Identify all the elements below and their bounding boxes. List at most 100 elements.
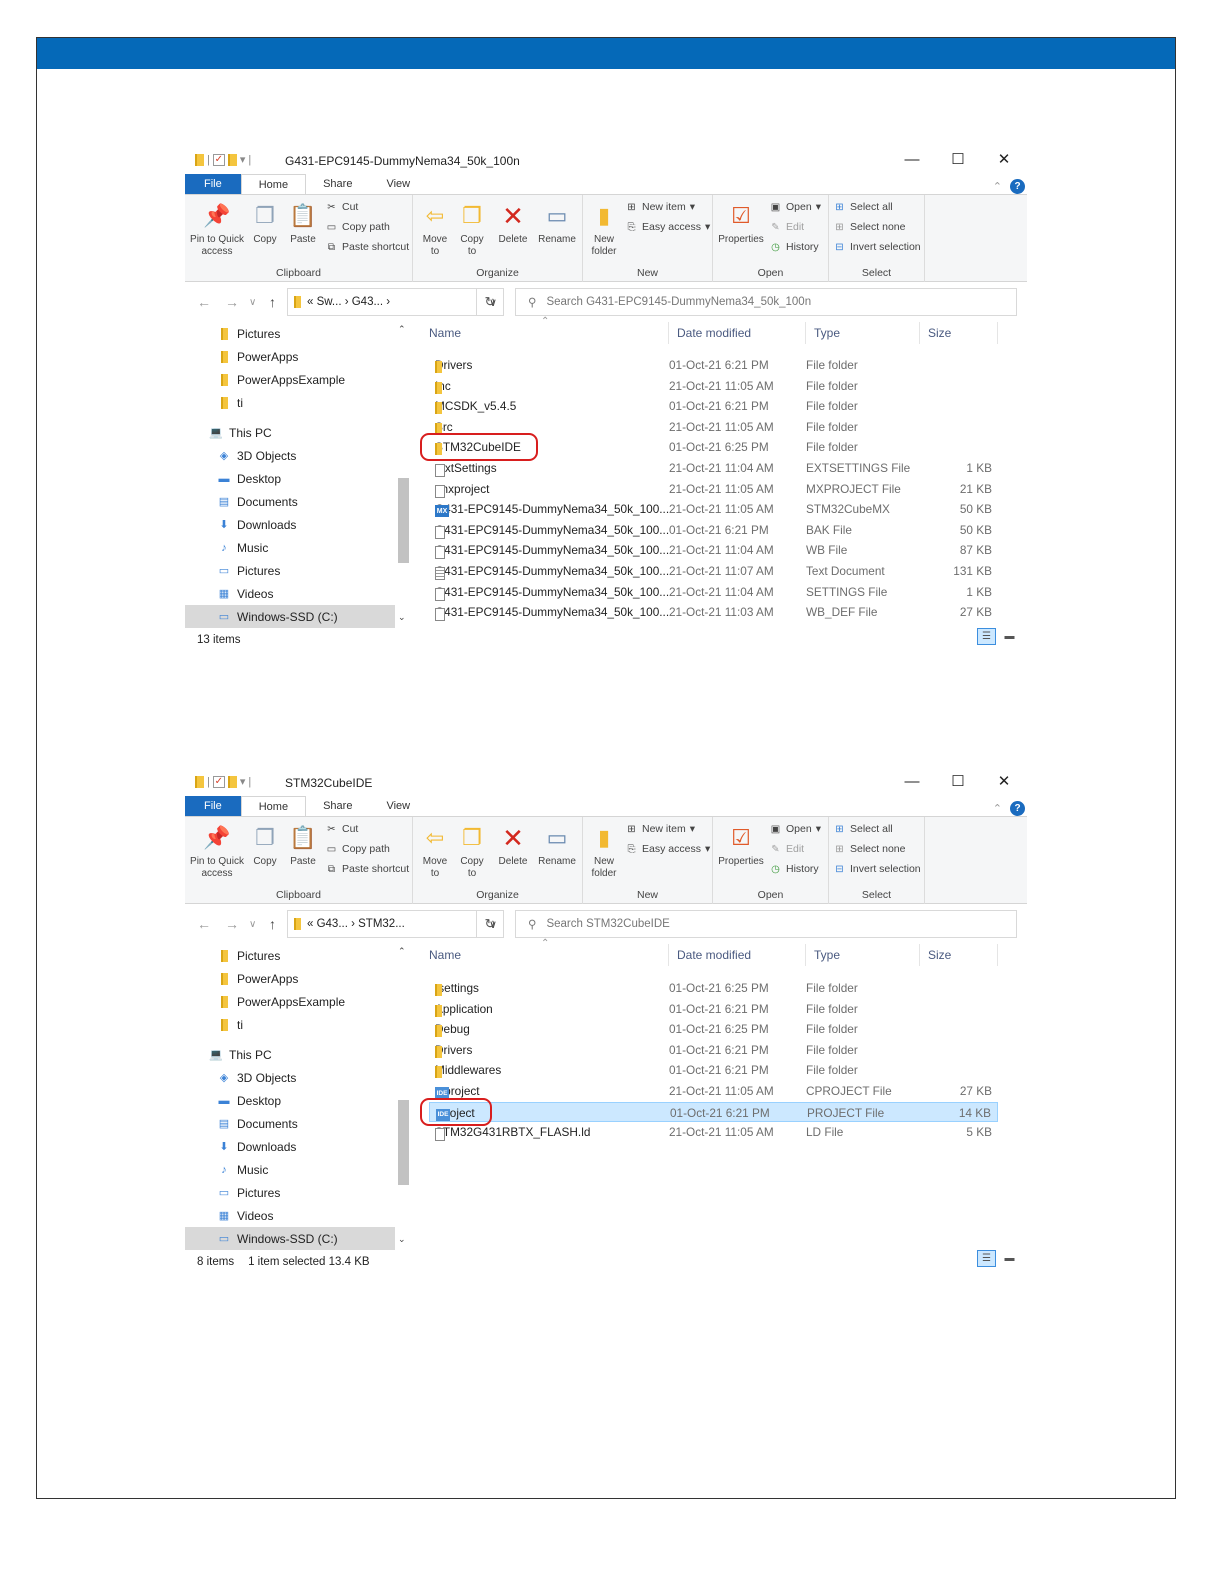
file-row[interactable]: Drivers 01-Oct-21 6:21 PM File folder — [429, 1040, 998, 1060]
file-row[interactable]: G431-EPC9145-DummyNema34_50k_100... 21-Oc… — [429, 540, 998, 560]
new-folder-button[interactable]: ▮ New folder — [587, 823, 621, 880]
paste-shortcut-button[interactable]: ⧉ Paste shortcut — [325, 241, 409, 253]
refresh-icon[interactable]: ↻ — [476, 288, 504, 316]
nav-item[interactable]: Pictures — [185, 944, 395, 967]
nav-item[interactable]: ▭ Pictures — [185, 559, 395, 582]
tab-view[interactable]: View — [369, 174, 427, 194]
scroll-down-icon[interactable]: ⌄ — [398, 1234, 406, 1245]
nav-scrollbar[interactable]: ⌃ ⌄ — [395, 322, 411, 625]
back-arrow-icon[interactable]: ← — [197, 294, 211, 310]
copy-button[interactable]: ❐ Copy — [249, 823, 281, 868]
collapse-ribbon-icon[interactable]: ⌃ — [993, 802, 1002, 815]
cut-button[interactable]: ✂ Cut — [325, 823, 358, 835]
paste-shortcut-button[interactable]: ⧉ Paste shortcut — [325, 863, 409, 875]
tab-share[interactable]: Share — [306, 796, 369, 816]
rename-button[interactable]: ▭ Rename — [535, 201, 579, 246]
address-bar[interactable]: « G43... › STM32... ∨ — [287, 910, 504, 938]
delete-button[interactable]: ✕ Delete — [493, 201, 533, 246]
column-type[interactable]: Type — [806, 322, 920, 344]
copy-path-button[interactable]: ▭ Copy path — [325, 843, 390, 855]
column-type[interactable]: Type — [806, 944, 920, 966]
minimize-icon[interactable]: — — [889, 772, 935, 792]
pin-quick-access-button[interactable]: 📌 Pin to Quick access — [189, 201, 245, 258]
scroll-up-icon[interactable]: ⌃ — [398, 946, 406, 957]
rename-button[interactable]: ▭ Rename — [535, 823, 579, 868]
minimize-icon[interactable]: — — [889, 150, 935, 170]
breadcrumb[interactable]: « G43... › STM32... — [307, 918, 405, 930]
nav-item[interactable]: ♪ Music — [185, 536, 395, 559]
tab-share[interactable]: Share — [306, 174, 369, 194]
nav-item[interactable]: ▬ Desktop — [185, 1089, 395, 1112]
close-icon[interactable]: ✕ — [981, 772, 1027, 792]
nav-item[interactable]: 💻 This PC — [185, 1043, 395, 1066]
properties-check-icon[interactable]: ✓ — [212, 775, 225, 788]
file-row[interactable]: Drivers 01-Oct-21 6:21 PM File folder — [429, 355, 998, 375]
maximize-icon[interactable]: ☐ — [935, 772, 981, 792]
column-size[interactable]: Size — [920, 944, 998, 966]
nav-item[interactable]: ▭ Windows-SSD (C:) — [185, 1227, 395, 1250]
copy-to-button[interactable]: ❐ Copy to — [455, 201, 489, 258]
copy-path-button[interactable]: ▭ Copy path — [325, 221, 390, 233]
nav-item[interactable]: PowerApps — [185, 967, 395, 990]
forward-arrow-icon[interactable]: → — [225, 294, 239, 310]
paste-button[interactable]: 📋 Paste — [285, 823, 321, 868]
tab-file[interactable]: File — [185, 174, 241, 194]
address-bar[interactable]: « Sw... › G43... › ∨ — [287, 288, 504, 316]
move-to-button[interactable]: ⇦ Move to — [419, 823, 451, 880]
select-none-button[interactable]: ⊞ Select none — [833, 843, 905, 855]
details-view-icon[interactable]: ☰ — [977, 628, 996, 645]
column-date-modified[interactable]: Date modified — [669, 322, 806, 344]
tab-file[interactable]: File — [185, 796, 241, 816]
nav-item[interactable]: PowerAppsExample — [185, 990, 395, 1013]
help-icon[interactable]: ? — [1010, 179, 1025, 194]
nav-item[interactable]: ♪ Music — [185, 1158, 395, 1181]
customize-chevron-icon[interactable]: ▾ — [240, 775, 246, 788]
nav-item[interactable]: ▦ Videos — [185, 582, 395, 605]
easy-access-button[interactable]: ⎘ Easy access ▾ — [625, 843, 711, 855]
up-arrow-icon[interactable]: ↑ — [269, 916, 276, 932]
file-row[interactable]: IDE .project 01-Oct-21 6:21 PM PROJECT File… — [429, 1101, 998, 1122]
details-view-icon[interactable]: ☰ — [977, 1250, 996, 1267]
open-button[interactable]: ▣ Open ▾ — [769, 823, 821, 835]
large-icons-view-icon[interactable]: ▬ — [1000, 1250, 1019, 1267]
file-row[interactable]: MCSDK_v5.4.5 01-Oct-21 6:21 PM File folder — [429, 396, 998, 416]
history-button[interactable]: ◷ History — [769, 863, 819, 875]
back-arrow-icon[interactable]: ← — [197, 916, 211, 932]
nav-item[interactable]: ◈ 3D Objects — [185, 1066, 395, 1089]
recent-chevron-icon[interactable]: ∨ — [249, 919, 256, 930]
edit-button[interactable]: ✎ Edit — [769, 843, 804, 855]
column-name[interactable]: Name — [421, 322, 669, 344]
file-row[interactable]: .mxproject 21-Oct-21 11:05 AM MXPROJECT Fi… — [429, 479, 998, 499]
delete-button[interactable]: ✕ Delete — [493, 823, 533, 868]
history-button[interactable]: ◷ History — [769, 241, 819, 253]
file-row[interactable]: G431-EPC9145-DummyNema34_50k_100... 01-Oc… — [429, 520, 998, 540]
select-none-button[interactable]: ⊞ Select none — [833, 221, 905, 233]
nav-scrollbar[interactable]: ⌃ ⌄ — [395, 944, 411, 1247]
large-icons-view-icon[interactable]: ▬ — [1000, 628, 1019, 645]
nav-item[interactable]: ⬇ Downloads — [185, 1135, 395, 1158]
move-to-button[interactable]: ⇦ Move to — [419, 201, 451, 258]
copy-to-button[interactable]: ❐ Copy to — [455, 823, 489, 880]
properties-button[interactable]: ☑ Properties — [715, 201, 767, 246]
properties-check-icon[interactable]: ✓ — [212, 153, 225, 166]
file-row[interactable]: Inc 21-Oct-21 11:05 AM File folder — [429, 376, 998, 396]
file-row[interactable]: G431-EPC9145-DummyNema34_50k_100... 21-Oc… — [429, 582, 998, 602]
column-date-modified[interactable]: Date modified — [669, 944, 806, 966]
easy-access-button[interactable]: ⎘ Easy access ▾ — [625, 221, 711, 233]
select-all-button[interactable]: ⊞ Select all — [833, 201, 892, 213]
file-row[interactable]: .settings 01-Oct-21 6:25 PM File folder — [429, 978, 998, 998]
nav-item[interactable]: ◈ 3D Objects — [185, 444, 395, 467]
new-item-button[interactable]: ⊞ New item ▾ — [625, 823, 695, 835]
invert-selection-button[interactable]: ⊟ Invert selection — [833, 241, 920, 253]
recent-chevron-icon[interactable]: ∨ — [249, 297, 256, 308]
help-icon[interactable]: ? — [1010, 801, 1025, 816]
file-row[interactable]: G431-EPC9145-DummyNema34_50k_100... 21-Oc… — [429, 561, 998, 581]
search-input[interactable]: ⚲ Search STM32CubeIDE — [515, 910, 1017, 938]
close-icon[interactable]: ✕ — [981, 150, 1027, 170]
paste-button[interactable]: 📋 Paste — [285, 201, 321, 246]
file-row[interactable]: STM32G431RBTX_FLASH.ld 21-Oct-21 11:05 AM… — [429, 1122, 998, 1142]
tab-view[interactable]: View — [369, 796, 427, 816]
properties-button[interactable]: ☑ Properties — [715, 823, 767, 868]
nav-item[interactable]: ▬ Desktop — [185, 467, 395, 490]
select-all-button[interactable]: ⊞ Select all — [833, 823, 892, 835]
